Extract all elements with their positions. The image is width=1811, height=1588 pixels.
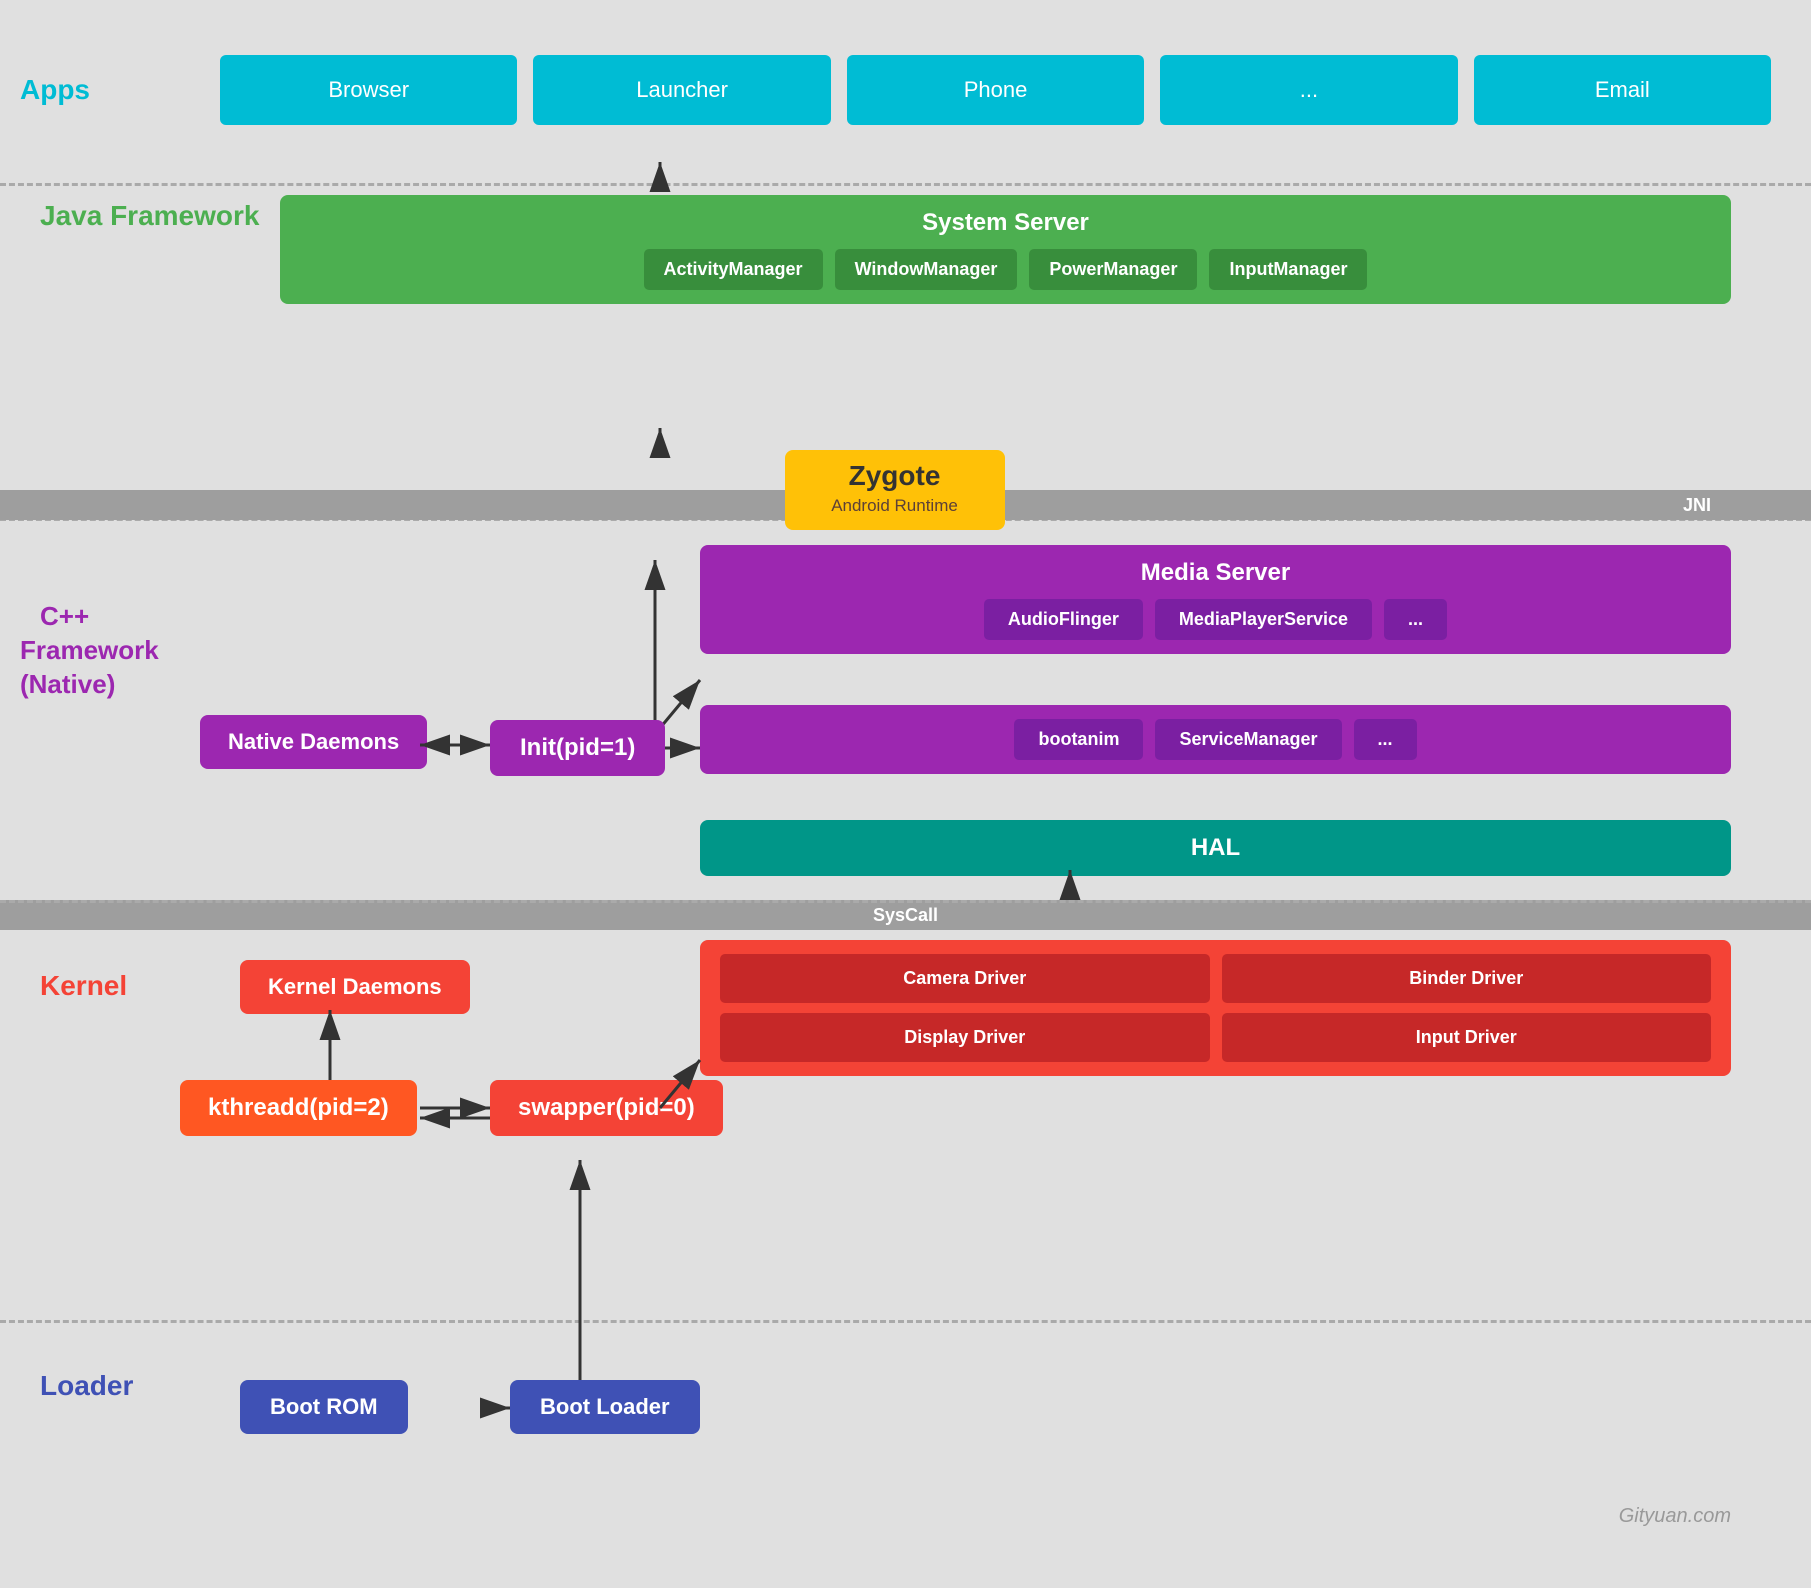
camera-driver: Camera Driver [720,954,1210,1003]
media-server-title: Media Server [720,559,1711,587]
display-driver: Display Driver [720,1013,1210,1062]
boot-loader-box: Boot Loader [510,1380,700,1434]
app-phone: Phone [847,55,1144,125]
kthreadd-box: kthreadd(pid=2) [180,1080,417,1136]
apps-layer: Apps Browser Launcher Phone ... Email [0,20,1811,160]
hal-box: HAL [700,820,1731,876]
ms-media-player: MediaPlayerService [1155,599,1372,640]
zygote-box: Zygote Android Runtime [785,450,1005,530]
system-server-box: System Server ActivityManager WindowMana… [280,195,1731,304]
kernel-daemons-box: Kernel Daemons [240,960,470,1014]
media-server-items: AudioFlinger MediaPlayerService ... [720,599,1711,640]
app-browser: Browser [220,55,517,125]
zygote-title: Zygote [815,460,975,492]
apps-layer-label: Apps [0,74,220,106]
system-server-items: ActivityManager WindowManager PowerManag… [300,249,1711,290]
zygote-subtitle: Android Runtime [815,496,975,516]
binder-driver: Binder Driver [1222,954,1712,1003]
native-daemons-box: Native Daemons [200,715,427,769]
bs-ellipsis: ... [1354,719,1417,760]
dashed-separator-4 [0,1320,1811,1323]
dashed-separator-3 [0,900,1811,903]
java-framework-label: Java Framework [20,200,259,232]
system-server-title: System Server [300,209,1711,237]
loader-layer-label: Loader [20,1370,133,1402]
ss-activity-manager: ActivityManager [644,249,823,290]
boot-services-box: bootanim ServiceManager ... [700,705,1731,774]
ms-audio-flinger: AudioFlinger [984,599,1143,640]
boot-rom-box: Boot ROM [240,1380,408,1434]
driver-row-1: Camera Driver Binder Driver [720,954,1711,1003]
ss-window-manager: WindowManager [835,249,1018,290]
swapper-box: swapper(pid=0) [490,1080,723,1136]
bs-bootanim: bootanim [1014,719,1143,760]
android-architecture-diagram: Apps Browser Launcher Phone ... Email Ja… [0,0,1811,1588]
media-server-box: Media Server AudioFlinger MediaPlayerSer… [700,545,1731,654]
app-launcher: Launcher [533,55,830,125]
ss-input-manager: InputManager [1209,249,1367,290]
apps-boxes: Browser Launcher Phone ... Email [220,55,1811,125]
app-email: Email [1474,55,1771,125]
driver-row-2: Display Driver Input Driver [720,1013,1711,1062]
init-box: Init(pid=1) [490,720,665,776]
syscall-label: SysCall [873,905,938,926]
input-driver: Input Driver [1222,1013,1712,1062]
kernel-drivers-box: Camera Driver Binder Driver Display Driv… [700,940,1731,1076]
ss-power-manager: PowerManager [1029,249,1197,290]
syscall-bar: SysCall [0,900,1811,930]
dashed-separator-1 [0,183,1811,186]
app-ellipsis: ... [1160,55,1457,125]
hal-title: HAL [720,834,1711,862]
bs-service-manager: ServiceManager [1155,719,1341,760]
ms-ellipsis: ... [1384,599,1447,640]
cpp-framework-label: C++ Framework (Native) [20,600,220,701]
watermark: Gityuan.com [1619,1505,1731,1528]
jni-label: JNI [1683,495,1711,516]
kernel-layer-label: Kernel [20,970,127,1002]
